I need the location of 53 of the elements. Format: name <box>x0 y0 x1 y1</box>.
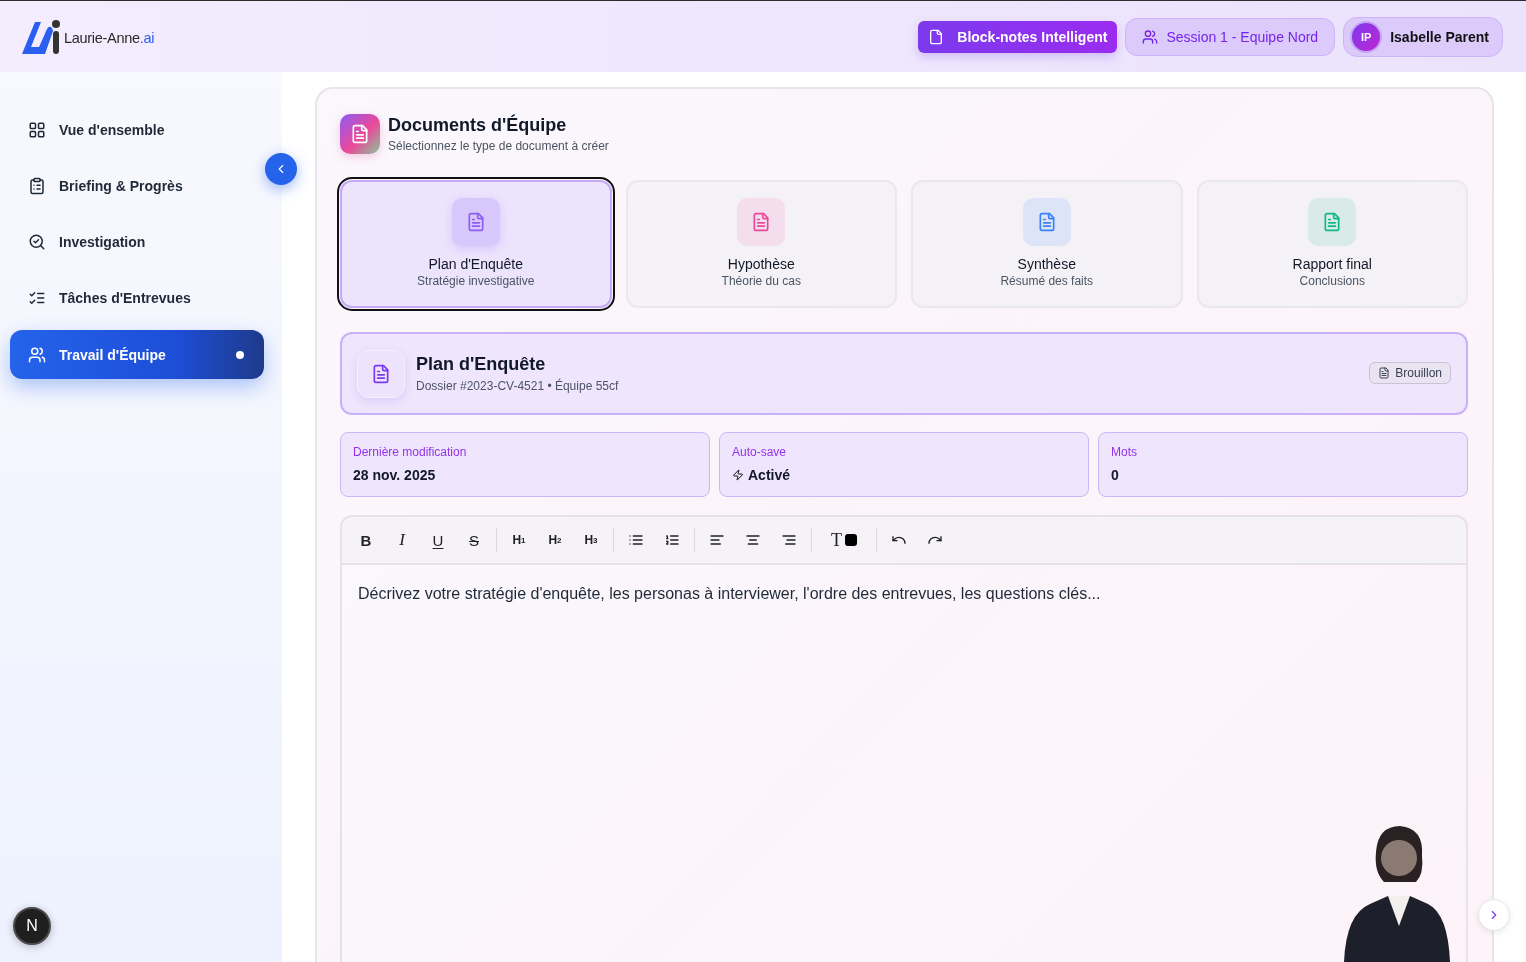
document-icon <box>451 198 500 246</box>
sidebar-item[interactable]: Investigation <box>10 218 264 266</box>
notes-button[interactable]: Block-notes Intelligent <box>918 20 1118 53</box>
strike-button[interactable]: S <box>458 524 490 556</box>
status-text: Brouillon <box>1395 365 1442 380</box>
document-icon <box>1378 366 1391 379</box>
document-icon <box>1308 198 1357 246</box>
document-title: Plan d'Enquête <box>416 353 547 375</box>
user-avatar: IP <box>1350 20 1383 53</box>
bold-button[interactable]: B <box>350 524 382 556</box>
italic-button[interactable]: I <box>386 524 418 556</box>
editor-field[interactable]: Décrivez votre stratégie d'enquête, les personas à interviewer, l'ordre des entrevues, les questions clés... <box>340 565 1468 962</box>
stat-label: Dernière modification <box>353 444 468 460</box>
panel-title: Documents d'Équipe <box>388 114 568 136</box>
document-type-card[interactable]: Rapport final Conclusions <box>1196 180 1468 308</box>
logo-text: Laurie-Anne.ai <box>64 29 155 46</box>
file-icon <box>928 28 945 45</box>
stat-label: Auto-save <box>732 444 788 460</box>
active-dot-icon <box>236 350 244 359</box>
align-left-icon <box>709 532 725 548</box>
document-icon <box>340 114 380 154</box>
align-right-icon <box>781 532 797 548</box>
document-icon <box>1022 198 1071 246</box>
sidebar-item[interactable]: Tâches d'Entrevues <box>10 274 264 322</box>
numbered-list-icon <box>664 532 680 548</box>
document-icon <box>737 198 786 246</box>
document-type-card[interactable]: Plan d'Enquête Stratégie investigative <box>340 180 612 308</box>
underline-button[interactable]: U <box>422 524 454 556</box>
clipboard-icon <box>28 177 46 195</box>
text-color-button[interactable]: T <box>818 524 870 556</box>
stat-value: 28 nov. 2025 <box>353 466 436 485</box>
search-check-icon <box>28 233 46 251</box>
stat-value: 0 <box>1111 466 1119 485</box>
stat-label: Mots <box>1111 444 1138 460</box>
document-type-card[interactable]: Synthèse Résumé des faits <box>911 180 1183 308</box>
bullet-list-icon <box>628 532 644 548</box>
dashboard-icon <box>28 121 46 139</box>
sidebar-item[interactable]: Travail d'Équipe <box>10 330 264 379</box>
panel-subtitle: Sélectionnez le type de document à créer <box>388 138 609 154</box>
session-button[interactable]: Session 1 - Equipe Nord <box>1125 17 1336 56</box>
lightning-icon <box>732 469 744 481</box>
user-menu-button[interactable]: IP Isabelle Parent <box>1343 16 1503 57</box>
sidebar-item[interactable]: Vue d'ensemble <box>10 106 264 154</box>
users-icon <box>1142 28 1159 45</box>
users-icon <box>28 345 46 364</box>
sidebar-item[interactable]: Briefing & Progrès <box>10 162 264 210</box>
stat-value: Activé <box>748 466 791 485</box>
logo-mark-icon <box>20 18 62 55</box>
document-icon <box>357 349 405 398</box>
document-type-card[interactable]: Hypothèse Théorie du cas <box>625 180 897 308</box>
document-meta: Dossier #2023-CV-4521 • Équipe 55cf <box>416 378 620 394</box>
checklist-icon <box>28 289 46 307</box>
align-center-icon <box>745 532 761 548</box>
